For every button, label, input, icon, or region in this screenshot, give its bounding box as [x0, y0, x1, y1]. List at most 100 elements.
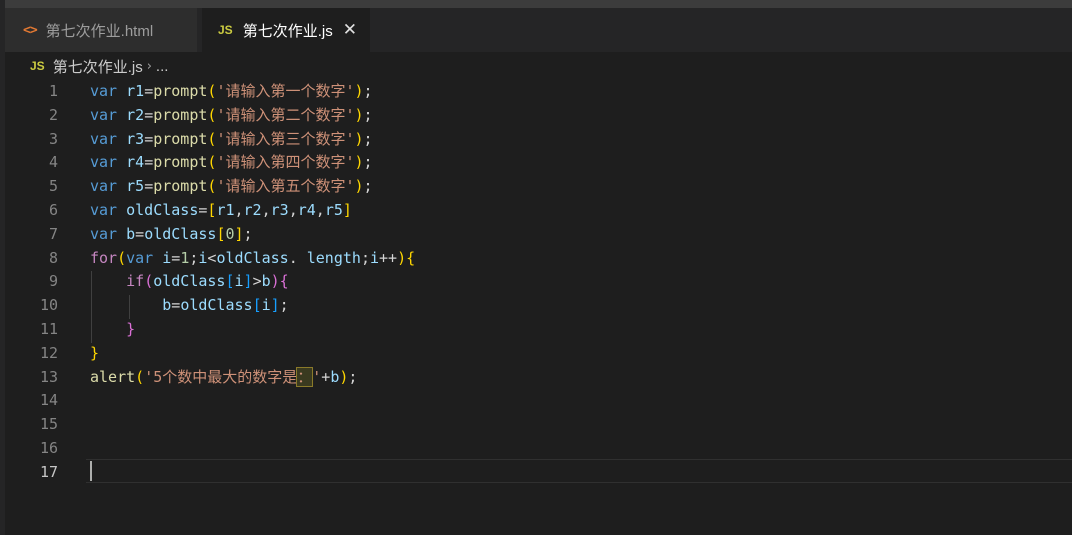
code-token: ): [354, 177, 364, 196]
code-token: '5个数中最大的数字是: [144, 367, 298, 386]
code-token: }: [126, 320, 136, 338]
code-token: ): [354, 129, 364, 148]
line-number: 15: [39, 415, 58, 434]
code-token: =: [171, 248, 181, 267]
code-token: length: [306, 248, 361, 267]
code-text: }: [90, 317, 135, 341]
code-text: alert('5个数中最大的数字是：'+b);: [90, 365, 357, 389]
code-token: =: [144, 129, 154, 148]
breadcrumb-file[interactable]: 第七次作业.js: [53, 56, 143, 77]
editor-tab-bar: <> 第七次作业.html JS 第七次作业.js ✕: [5, 8, 1072, 52]
code-token: {: [279, 272, 289, 291]
tab-js-file[interactable]: JS 第七次作业.js ✕: [202, 8, 370, 52]
code-token: ): [397, 248, 407, 267]
code-token: '请输入第四个数字': [216, 153, 355, 172]
code-token: for: [90, 248, 118, 267]
code-token: alert: [90, 367, 136, 386]
code-token: var: [126, 248, 154, 267]
code-token: ;: [348, 367, 358, 386]
code-token: b: [261, 272, 271, 291]
line-number: 7: [48, 224, 58, 243]
code-text: var r2=prompt('请输入第二个数字');: [90, 103, 373, 127]
close-icon[interactable]: ✕: [343, 20, 357, 40]
code-text: var r3=prompt('请输入第三个数字');: [90, 127, 373, 151]
code-text: var oldClass=[r1,r2,r3,r4,r5]: [90, 198, 352, 222]
code-token: var: [90, 82, 118, 100]
line-number: 5: [48, 177, 58, 196]
code-token: {: [406, 248, 416, 267]
code-token: =: [135, 224, 145, 243]
code-token: }: [90, 343, 100, 362]
code-token: ++: [379, 248, 398, 267]
code-token: oldClass: [180, 296, 253, 315]
line-number: 4: [48, 153, 58, 172]
code-token: var: [90, 201, 118, 219]
code-token: =: [171, 296, 181, 315]
code-text: var r4=prompt('请输入第四个数字');: [90, 150, 373, 174]
code-token: oldClass: [216, 248, 289, 267]
code-token: ;: [363, 105, 373, 124]
code-token: r5: [324, 201, 343, 219]
line-number: 11: [39, 320, 58, 338]
js-file-icon: JS: [218, 23, 233, 37]
code-token: r5: [117, 177, 145, 196]
code-token: ': [312, 367, 322, 386]
code-token: i: [153, 248, 172, 267]
code-token: prompt: [153, 82, 208, 100]
code-token: >: [252, 272, 262, 291]
js-file-icon: JS: [30, 59, 45, 73]
code-token: ,: [261, 201, 271, 219]
code-token: i: [234, 272, 244, 291]
title-bar-strip: [0, 0, 1072, 8]
code-token: ;: [363, 129, 373, 148]
line-number: 2: [48, 105, 58, 124]
tab-label: 第七次作业.html: [45, 22, 154, 40]
code-token: ]: [243, 272, 253, 291]
code-token: [: [252, 296, 262, 315]
code-token: b: [117, 224, 136, 243]
code-token: =: [144, 105, 154, 124]
html-file-icon: <>: [23, 22, 38, 38]
code-text: var r1=prompt('请输入第一个数字');: [90, 79, 373, 103]
code-token: ): [354, 105, 364, 124]
breadcrumb-more[interactable]: ...: [156, 58, 169, 75]
code-token: ): [354, 82, 364, 100]
code-token: oldClass: [117, 201, 199, 219]
code-token: b: [162, 296, 172, 315]
code-text: for(var i=1;i<oldClass. length;i++){: [90, 246, 415, 270]
code-token: ;: [363, 177, 373, 196]
code-token: ：: [296, 366, 314, 387]
code-token: 0: [225, 224, 235, 243]
code-token: =: [144, 177, 154, 196]
code-token: prompt: [153, 105, 208, 124]
code-token: (: [117, 248, 127, 267]
code-token: if: [126, 272, 145, 291]
code-token: r4: [297, 201, 316, 219]
line-number: 9: [48, 272, 58, 291]
code-token: ;: [360, 248, 370, 267]
code-token: =: [144, 153, 154, 172]
code-text: b=oldClass[i];: [90, 293, 288, 317]
code-token: i: [369, 248, 379, 267]
code-text: if(oldClass[i]>b){: [90, 269, 289, 293]
code-token: ;: [363, 82, 373, 100]
code-token: var: [90, 105, 118, 124]
code-token: r1: [117, 82, 145, 100]
tab-html-file[interactable]: <> 第七次作业.html: [5, 8, 197, 52]
text-cursor: [90, 461, 92, 481]
code-token: '请输入第五个数字': [216, 177, 355, 196]
code-token: ,: [234, 201, 244, 219]
line-number: 8: [48, 248, 58, 267]
code-token: (: [144, 272, 154, 291]
code-token: oldClass: [153, 272, 226, 291]
chevron-right-icon: ›: [146, 58, 152, 74]
code-token: ): [354, 153, 364, 172]
line-number: 3: [48, 129, 58, 148]
code-token: r2: [243, 201, 262, 219]
code-token: r1: [216, 201, 235, 219]
line-number: 6: [48, 201, 58, 219]
code-token: ]: [234, 224, 244, 243]
code-token: var: [90, 129, 118, 148]
